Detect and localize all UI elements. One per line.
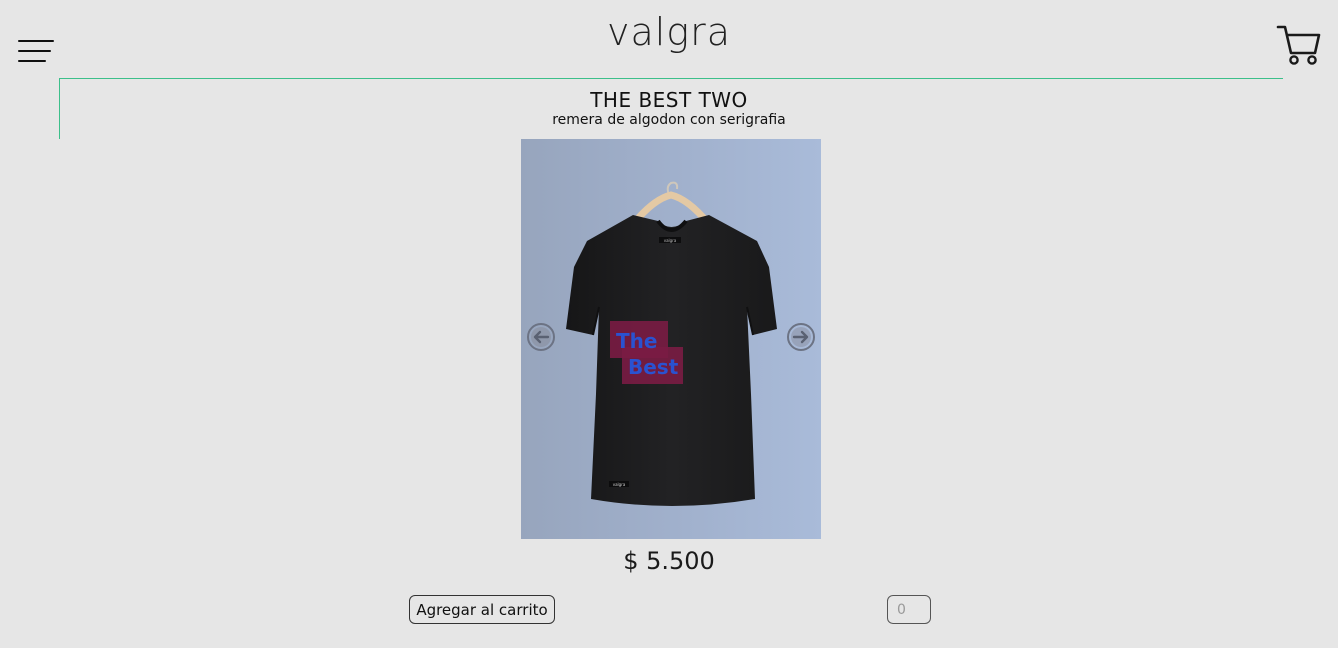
print-text-best: Best xyxy=(628,355,679,379)
next-image-button[interactable] xyxy=(786,322,816,352)
hamburger-line-bottom xyxy=(18,60,46,62)
previous-image-button[interactable] xyxy=(526,322,556,352)
product-subtitle: remera de algodon con serigrafia xyxy=(552,112,786,128)
arrow-right-circle-icon xyxy=(787,323,815,351)
cart-button[interactable] xyxy=(1276,24,1322,68)
shopping-cart-icon xyxy=(1276,25,1321,65)
product-image: valgra The Best valgra xyxy=(521,139,821,539)
add-to-cart-button[interactable]: Agregar al carrito xyxy=(409,595,555,624)
brand-logo[interactable]: valgra xyxy=(0,10,1338,54)
arrow-left-circle-icon xyxy=(527,323,555,351)
hem-label-text: valgra xyxy=(613,482,626,487)
quantity-input[interactable] xyxy=(887,595,931,624)
print-text-the: The xyxy=(616,329,657,353)
collar-label-text: valgra xyxy=(664,238,677,243)
product-title: THE BEST TWO xyxy=(590,88,748,112)
product-price: $ 5.500 xyxy=(623,547,715,575)
frame-top-line xyxy=(59,78,1283,79)
